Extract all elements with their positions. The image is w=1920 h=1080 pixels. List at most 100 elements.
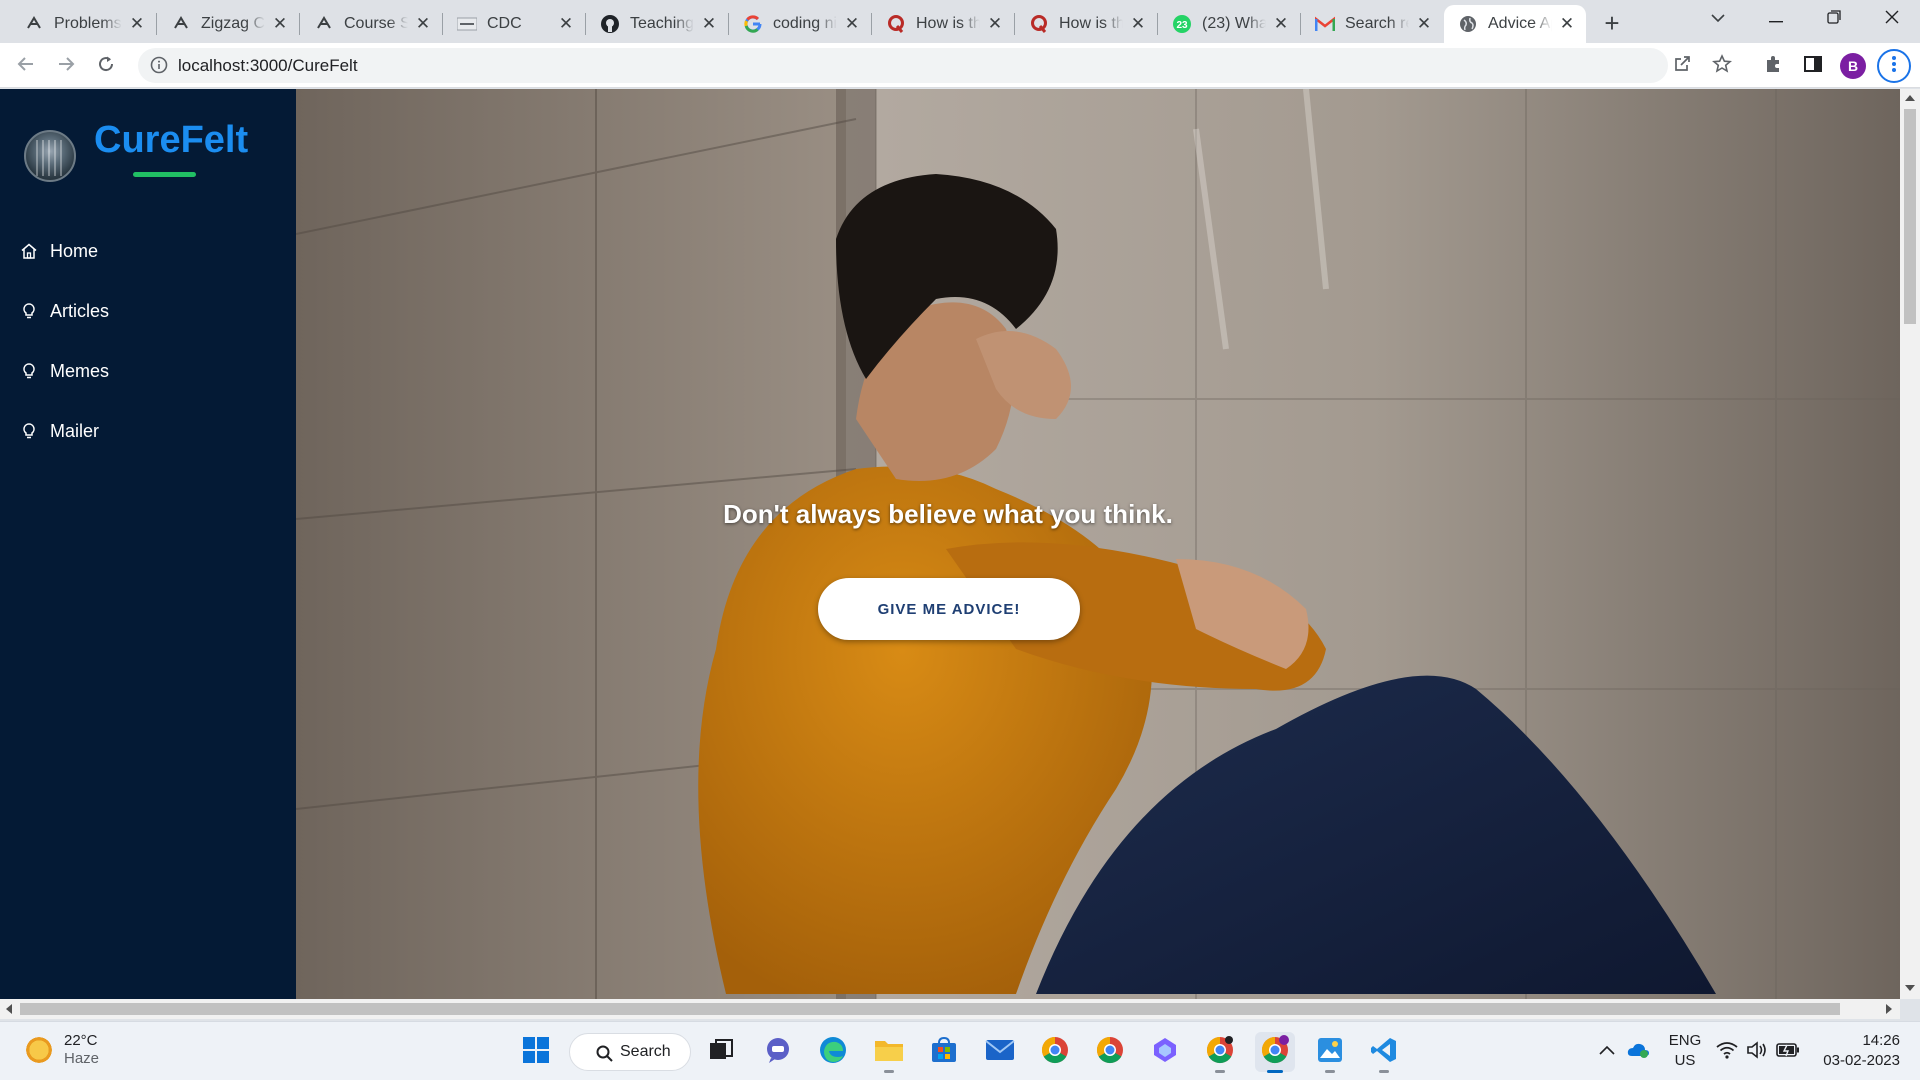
chrome-profile-3-button[interactable] xyxy=(1200,1032,1240,1073)
tab-title: Problems xyxy=(54,15,122,32)
side-panel-button[interactable] xyxy=(1800,53,1826,79)
store-icon xyxy=(930,1036,958,1069)
onedrive-tray-button[interactable] xyxy=(1626,1022,1650,1080)
close-tab-icon[interactable]: ✕ xyxy=(1129,14,1147,33)
hero-background-image xyxy=(296,89,1900,999)
browser-tab-active[interactable]: Advice Ap ✕ xyxy=(1444,5,1586,43)
close-tab-icon[interactable]: ✕ xyxy=(843,14,861,33)
mail-button[interactable] xyxy=(980,1032,1020,1072)
folder-icon xyxy=(874,1037,904,1068)
start-button[interactable] xyxy=(516,1032,556,1072)
tab-title: Course Sc xyxy=(344,15,408,32)
whatsapp-icon: 23 xyxy=(1172,14,1192,34)
windows-logo-icon xyxy=(522,1036,550,1069)
url-text[interactable]: localhost:3000/CureFelt xyxy=(178,56,358,76)
taskbar-clock[interactable]: 14:26 03-02-2023 xyxy=(1810,1031,1900,1071)
reload-button[interactable] xyxy=(90,50,122,82)
sidebar-item-articles[interactable]: Articles xyxy=(20,296,109,326)
close-tab-icon[interactable]: ✕ xyxy=(1558,14,1576,33)
edge-button[interactable] xyxy=(813,1032,853,1072)
close-tab-icon[interactable]: ✕ xyxy=(700,14,718,33)
cdc-icon xyxy=(457,14,477,34)
brand-logo xyxy=(24,130,76,182)
minimize-button[interactable] xyxy=(1748,0,1804,38)
haze-weather-icon xyxy=(24,1035,54,1065)
teams-chat-button[interactable] xyxy=(758,1032,798,1072)
sidebar-item-mailer[interactable]: Mailer xyxy=(20,416,99,446)
give-advice-button[interactable]: GIVE ME ADVICE! xyxy=(818,578,1080,640)
hero-section: Don't always believe what you think. GIV… xyxy=(296,89,1900,999)
extensions-button[interactable] xyxy=(1760,53,1786,79)
new-tab-button[interactable]: + xyxy=(1598,8,1626,38)
brand-name[interactable]: CureFelt xyxy=(94,119,248,162)
browser-tab[interactable]: CDC ✕ xyxy=(443,5,585,43)
browser-tab[interactable]: Search re ✕ xyxy=(1301,5,1443,43)
file-explorer-button[interactable] xyxy=(869,1032,909,1073)
show-hidden-icons-button[interactable] xyxy=(1598,1022,1616,1080)
chevron-down-icon xyxy=(1710,10,1726,28)
chrome-icon xyxy=(1040,1035,1070,1070)
browser-tab[interactable]: Teaching ✕ xyxy=(586,5,728,43)
chrome-profile-2-button[interactable] xyxy=(1090,1032,1130,1072)
share-button[interactable] xyxy=(1669,53,1695,79)
photos-icon xyxy=(1316,1036,1344,1069)
browser-tab[interactable]: Problems ✕ xyxy=(10,5,156,43)
clock-time: 14:26 xyxy=(1862,1032,1900,1049)
close-window-button[interactable] xyxy=(1864,0,1920,38)
tab-search-button[interactable] xyxy=(1690,0,1746,38)
bookmark-button[interactable] xyxy=(1709,53,1735,79)
photos-app-button[interactable] xyxy=(1310,1032,1350,1073)
scroll-left-arrow-icon[interactable] xyxy=(6,1004,12,1014)
taskbar-search[interactable]: Search xyxy=(569,1033,691,1071)
browser-tab[interactable]: How is th ✕ xyxy=(872,5,1014,43)
clock-date: 03-02-2023 xyxy=(1823,1052,1900,1069)
lightbulb-icon xyxy=(20,362,38,380)
vertical-scrollbar[interactable] xyxy=(1900,89,1920,999)
kebab-menu-icon xyxy=(1891,54,1897,79)
volume-tray-button[interactable] xyxy=(1746,1022,1768,1080)
vertical-scroll-thumb[interactable] xyxy=(1904,109,1916,324)
lightbulb-icon xyxy=(20,302,38,320)
close-tab-icon[interactable]: ✕ xyxy=(1272,14,1290,33)
chrome-icon xyxy=(1095,1035,1125,1070)
weather-widget[interactable]: 22°C Haze xyxy=(24,1032,99,1068)
scroll-down-arrow-icon[interactable] xyxy=(1905,985,1915,991)
profile-avatar[interactable]: B xyxy=(1840,53,1866,79)
scroll-up-arrow-icon[interactable] xyxy=(1905,95,1915,101)
sidebar-item-memes[interactable]: Memes xyxy=(20,356,109,386)
close-tab-icon[interactable]: ✕ xyxy=(557,14,575,33)
restore-button[interactable] xyxy=(1806,0,1862,38)
tab-title: Advice Ap xyxy=(1488,15,1552,32)
back-button[interactable] xyxy=(10,50,42,82)
tab-title: CDC xyxy=(487,15,522,32)
browser-tab[interactable]: coding ni ✕ xyxy=(729,5,871,43)
horizontal-scroll-thumb[interactable] xyxy=(20,1003,1840,1015)
task-view-button[interactable] xyxy=(701,1032,741,1072)
close-tab-icon[interactable]: ✕ xyxy=(1415,14,1433,33)
address-bar[interactable]: localhost:3000/CureFelt xyxy=(138,48,1668,83)
close-tab-icon[interactable]: ✕ xyxy=(414,14,432,33)
forward-button[interactable] xyxy=(50,50,82,82)
copilot-app-button[interactable] xyxy=(1145,1032,1185,1072)
horizontal-scrollbar[interactable] xyxy=(0,999,1900,1019)
region-code: US xyxy=(1674,1052,1696,1069)
browser-tab[interactable]: 23 (23) What ✕ xyxy=(1158,5,1300,43)
browser-tab[interactable]: Zigzag Co ✕ xyxy=(157,5,299,43)
sidebar-item-home[interactable]: Home xyxy=(20,236,98,266)
battery-tray-button[interactable] xyxy=(1776,1022,1800,1080)
chrome-active-button[interactable] xyxy=(1255,1032,1295,1073)
microsoft-store-button[interactable] xyxy=(924,1032,964,1072)
scroll-right-arrow-icon[interactable] xyxy=(1886,1004,1892,1014)
browser-tab[interactable]: How is th ✕ xyxy=(1015,5,1157,43)
network-tray-button[interactable] xyxy=(1716,1022,1738,1080)
browser-menu-button[interactable] xyxy=(1877,49,1911,83)
close-tab-icon[interactable]: ✕ xyxy=(271,14,289,33)
close-tab-icon[interactable]: ✕ xyxy=(128,14,146,33)
close-tab-icon[interactable]: ✕ xyxy=(986,14,1004,33)
browser-tab[interactable]: Course Sc ✕ xyxy=(300,5,442,43)
chrome-profile-1-button[interactable] xyxy=(1035,1032,1075,1072)
input-language-indicator[interactable]: ENG US xyxy=(1666,1031,1704,1071)
info-icon[interactable] xyxy=(150,56,168,74)
globe-icon xyxy=(1458,14,1478,34)
vscode-button[interactable] xyxy=(1364,1032,1404,1073)
